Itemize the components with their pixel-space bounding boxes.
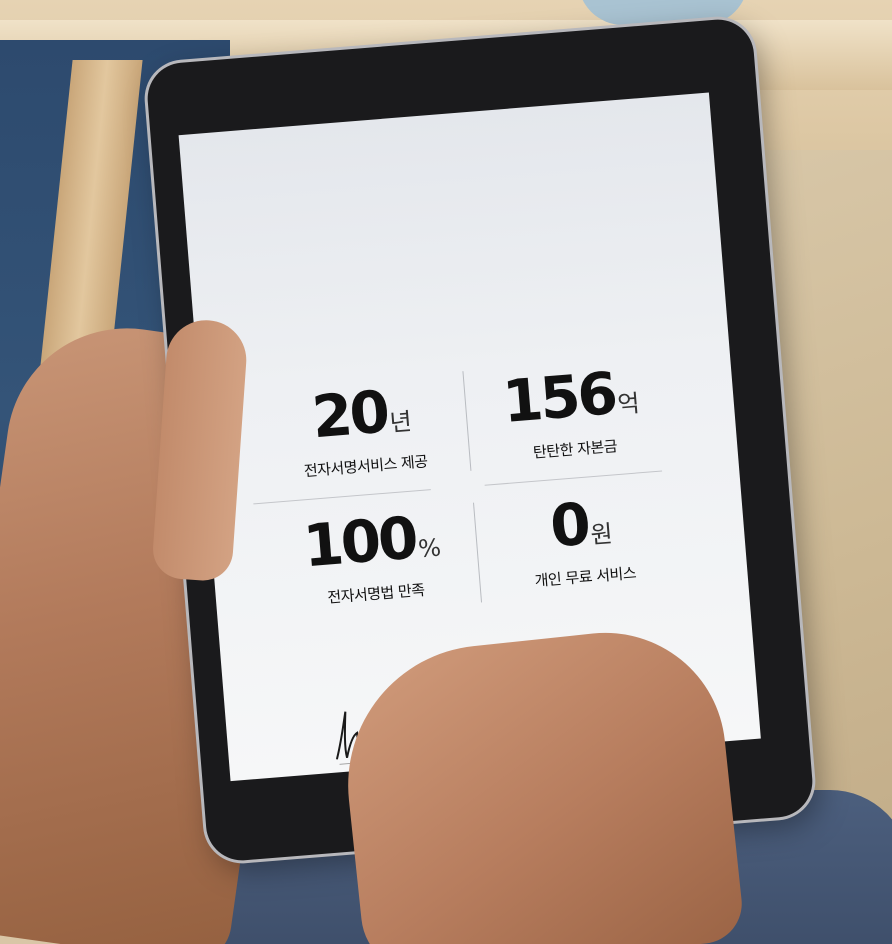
stat-number: 0 xyxy=(547,489,591,561)
stat-unit: 년 xyxy=(388,407,413,438)
stat-unit: 원 xyxy=(589,519,614,550)
stat-capital: 156억 탄탄한 자본금 xyxy=(463,354,682,490)
stat-number: 100 xyxy=(300,503,418,581)
stat-unit: % xyxy=(417,533,443,564)
stat-label: 개인 무료 서비스 xyxy=(533,563,637,591)
stat-label: 탄탄한 자본금 xyxy=(532,437,618,462)
stat-compliance: 100% 전자서명법 만족 xyxy=(264,499,483,635)
stat-number: 156 xyxy=(500,359,618,436)
stat-free: 0원 개인 무료 서비스 xyxy=(474,482,693,618)
stat-label: 전자서명법 만족 xyxy=(326,580,426,607)
stat-unit: 억 xyxy=(616,389,641,419)
stat-years: 20년 전자서명서비스 제공 xyxy=(254,371,473,507)
stats-grid: 20년 전자서명서비스 제공 156억 탄탄한 자본금 100% 전자서명법 만… xyxy=(253,354,693,637)
photo-scene: 20년 전자서명서비스 제공 156억 탄탄한 자본금 100% 전자서명법 만… xyxy=(0,0,892,944)
stat-number: 20 xyxy=(309,377,390,452)
stat-label: 전자서명서비스 제공 xyxy=(303,452,429,481)
